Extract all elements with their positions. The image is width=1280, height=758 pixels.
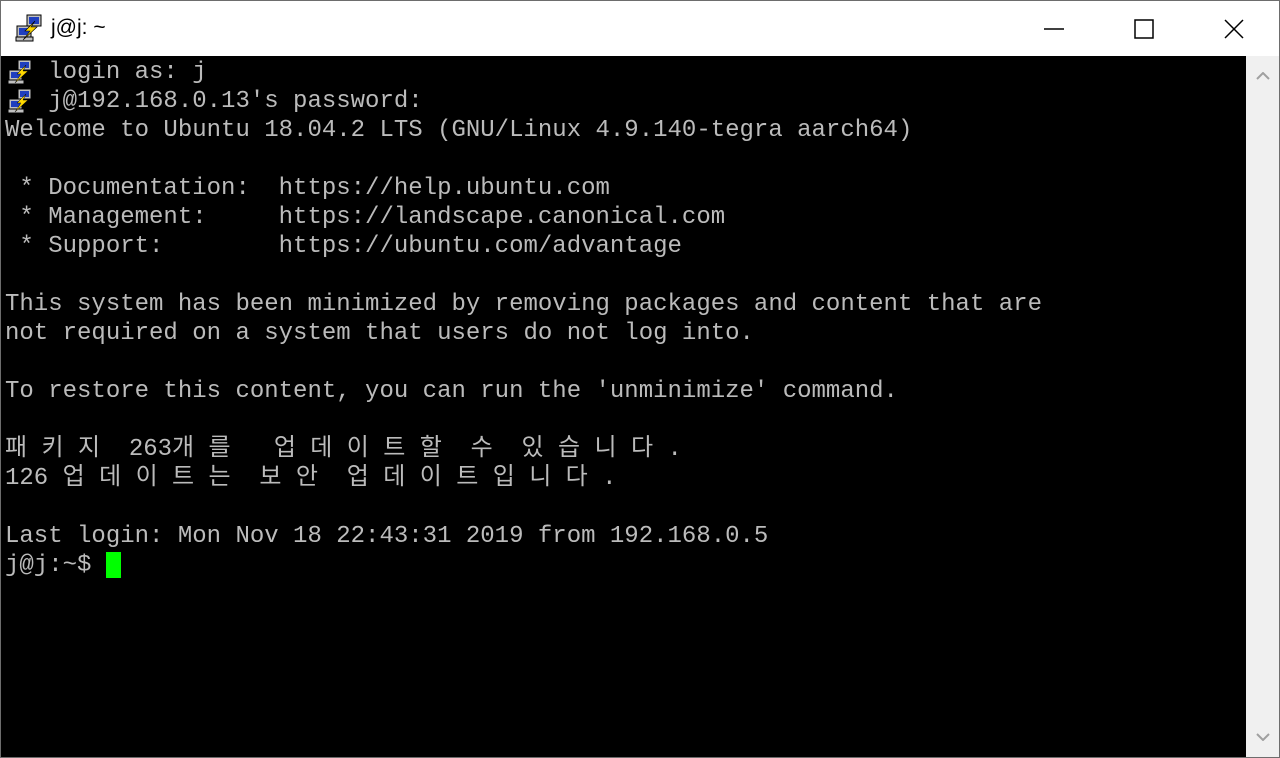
vertical-scrollbar[interactable]	[1246, 56, 1279, 757]
chevron-down-icon	[1255, 733, 1270, 741]
terminal-line: 패 키 지 263개 를 업 데 이 트 할 수 있 습 니 다 .	[5, 436, 682, 463]
terminal-line: Welcome to Ubuntu 18.04.2 LTS (GNU/Linux…	[5, 117, 913, 144]
title-bar[interactable]: j@j: ~	[1, 1, 1279, 56]
terminal-line: Last login: Mon Nov 18 22:43:31 2019 fro…	[5, 523, 769, 550]
terminal-line: not required on a system that users do n…	[5, 320, 754, 347]
terminal-line: * Management: https://landscape.canonica…	[5, 204, 726, 231]
terminal-line: * Documentation: https://help.ubuntu.com	[5, 175, 610, 202]
close-icon	[1224, 18, 1244, 39]
putty-app-icon[interactable]	[15, 13, 45, 43]
terminal-line: j@192.168.0.13's password:	[5, 88, 423, 115]
scroll-up-button[interactable]	[1246, 64, 1279, 88]
terminal-output[interactable]: login as: j j@192.168.0.13's password: We…	[1, 56, 1246, 757]
scroll-down-button[interactable]	[1246, 725, 1279, 749]
terminal-line: login as: j	[5, 59, 207, 86]
shell-prompt[interactable]: j@j:~$	[5, 551, 121, 580]
window-title: j@j: ~	[51, 16, 106, 39]
maximize-icon	[1134, 18, 1154, 39]
minimize-button[interactable]	[1009, 1, 1099, 56]
prompt-text: j@j:~$	[5, 552, 106, 579]
text-cursor	[105, 552, 121, 578]
putty-icon	[7, 88, 32, 114]
terminal-line: This system has been minimized by removi…	[5, 291, 1042, 318]
maximize-button[interactable]	[1099, 1, 1189, 56]
terminal-line: To restore this content, you can run the…	[5, 378, 898, 405]
minimize-icon	[1044, 27, 1064, 30]
terminal-line: * Support: https://ubuntu.com/advantage	[5, 233, 682, 260]
close-button[interactable]	[1189, 1, 1279, 56]
putty-icon	[7, 59, 32, 85]
putty-window: j@j: ~ login as: j j@192.168.0.13's pass…	[0, 0, 1280, 758]
chevron-up-icon	[1255, 72, 1270, 80]
terminal-line: 126 업 데 이 트 는 보 안 업 데 이 트 입 니 다 .	[5, 465, 617, 492]
